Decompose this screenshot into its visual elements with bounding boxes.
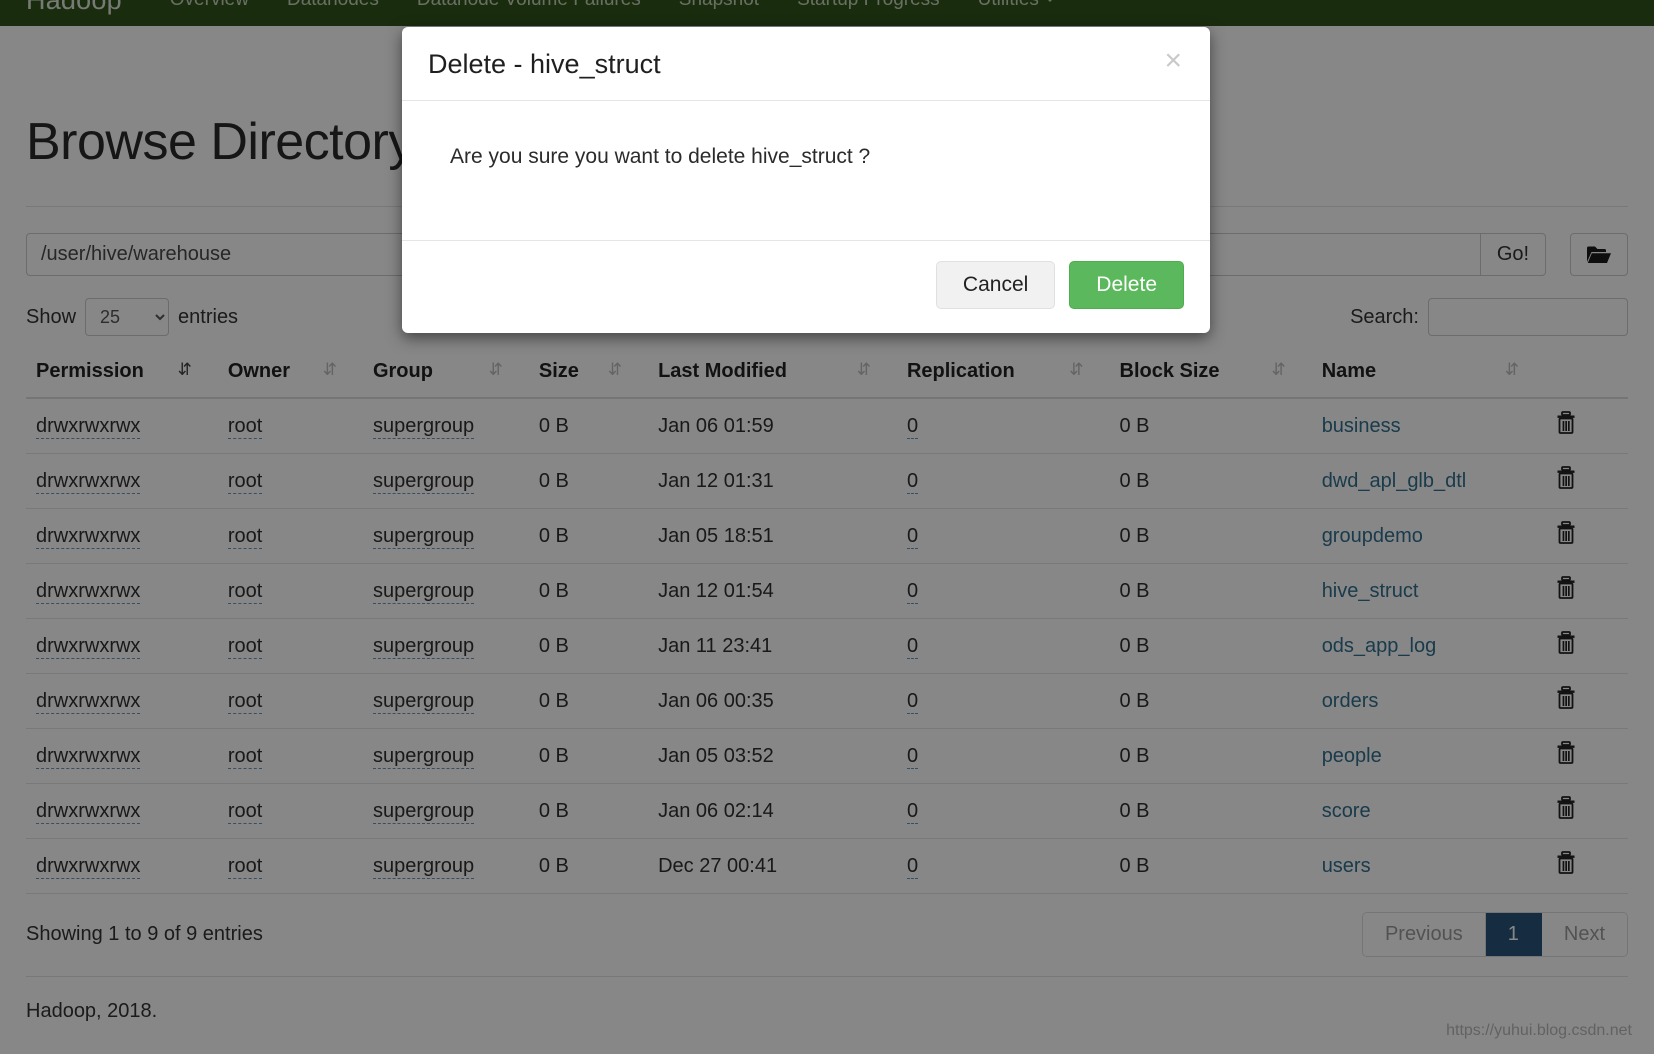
modal-title: Delete - hive_struct [428,49,1184,80]
delete-button[interactable]: Delete [1069,261,1184,309]
cancel-button[interactable]: Cancel [936,261,1055,309]
close-icon[interactable]: × [1158,45,1188,77]
modal-message: Are you sure you want to delete hive_str… [428,145,1184,169]
delete-modal: Delete - hive_struct × Are you sure you … [402,27,1210,333]
modal-footer: Cancel Delete [402,241,1210,333]
page-root: Hadoop Overview Datanodes Datanode Volum… [0,0,1654,1054]
modal-body: Are you sure you want to delete hive_str… [402,101,1210,241]
modal-header: Delete - hive_struct × [402,27,1210,101]
